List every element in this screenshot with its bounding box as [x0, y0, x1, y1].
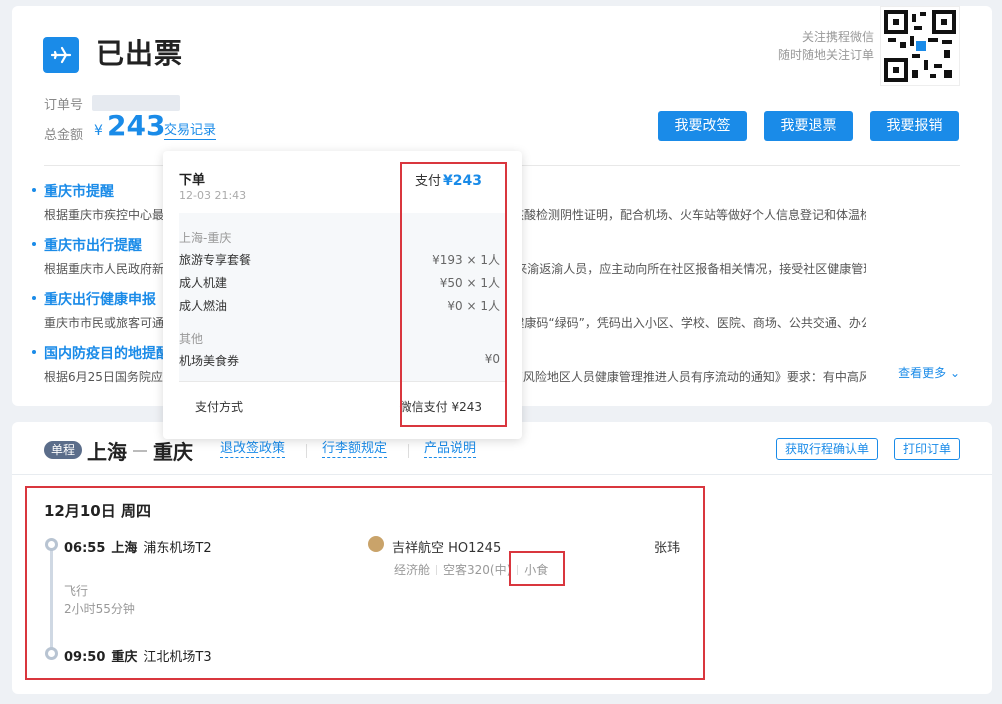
departure-time: 06:55 [64, 541, 106, 556]
chevron-down-icon: ⌄ [949, 366, 960, 380]
ticket-icon [43, 37, 79, 73]
meta-separator [517, 565, 519, 575]
price-item: 成人燃油 ¥0 × 1人 [179, 297, 500, 314]
baggage-rules-link[interactable]: 行李额规定 [322, 441, 388, 458]
popup-order-time: 12-03 21:43 [179, 189, 247, 202]
flight-date: 12月10日 周四 [44, 502, 151, 520]
total-amount-label: 总金额 [44, 128, 84, 143]
product-description-link[interactable]: 产品说明 [424, 441, 477, 458]
flight-duration: 2小时55分钟 [64, 602, 135, 616]
timeline-line [50, 546, 53, 652]
payment-method-label: 支付方式 [195, 400, 244, 414]
price-item: 机场美食券 ¥0 [179, 352, 500, 369]
cabin-class: 经济舱 [394, 563, 431, 577]
duration-label: 飞行 [64, 584, 89, 598]
arrival-info: 09:50 重庆 江北机场T3 [64, 646, 212, 665]
departure-dot [45, 538, 58, 551]
price-item-name: 旅游专享套餐 [179, 253, 252, 267]
price-item-name: 机场美食券 [179, 354, 240, 368]
total-amount-value: 243 [107, 109, 166, 142]
link-separator [408, 444, 409, 458]
price-item-name: 成人机建 [179, 276, 228, 290]
price-item-value: ¥50 × 1人 [439, 276, 500, 290]
other-label: 其他 [179, 332, 204, 346]
arrival-city: 重庆 [111, 650, 138, 665]
passenger-name: 张玮 [654, 541, 681, 556]
departure-info: 06:55 上海 浦东机场T2 [64, 537, 212, 556]
pay-label: 支付 [415, 174, 442, 189]
price-item-name: 成人燃油 [179, 299, 228, 313]
change-ticket-button[interactable]: 我要改签 [658, 111, 747, 141]
wechat-follow-tip: 关注携程微信 随时随地关注订单 [778, 28, 874, 64]
popup-title: 下单 [179, 173, 206, 188]
pay-amount: ¥243 [443, 173, 482, 189]
airline-logo-icon [368, 536, 384, 552]
order-number-label: 订单号 [44, 98, 84, 113]
departure-airport: 浦东机场T2 [143, 541, 212, 556]
print-order-button[interactable]: 打印订单 [894, 438, 960, 460]
see-more-label: 查看更多 [898, 366, 947, 380]
reimburse-button[interactable]: 我要报销 [870, 111, 959, 141]
transaction-record-link[interactable]: 交易记录 [164, 123, 217, 140]
see-more-link[interactable]: 查看更多 ⌄ [898, 364, 960, 381]
price-item: 旅游专享套餐 ¥193 × 1人 [179, 251, 500, 268]
currency-symbol: ¥ [94, 123, 103, 139]
wechat-tip-line1: 关注携程微信 [801, 30, 874, 44]
price-item-value: ¥0 × 1人 [447, 299, 500, 313]
trip-origin: 上海 [87, 440, 127, 464]
flight-meta: 经济舱 空客320(中) 小食 [394, 561, 548, 578]
payment-details-popup: 下单 12-03 21:43 支付 ¥243 上海-重庆 旅游专享套餐 ¥193 … [163, 151, 522, 439]
meal-info: 小食 [524, 563, 549, 577]
refund-change-policy-link[interactable]: 退改签政策 [220, 441, 286, 458]
payment-method-value: 微信支付 ¥243 [399, 400, 482, 414]
popup-pay-total: 支付 ¥243 [415, 170, 482, 189]
meta-separator [436, 565, 438, 575]
link-separator [306, 444, 307, 458]
price-item: 成人机建 ¥50 × 1人 [179, 274, 500, 291]
popup-divider [179, 381, 506, 382]
get-itinerary-button[interactable]: 获取行程确认单 [776, 438, 878, 460]
route-arrow-icon [133, 450, 147, 452]
wechat-qr-code [880, 6, 960, 86]
arrival-time: 09:50 [64, 650, 106, 665]
wechat-tip-line2: 随时随地关注订单 [777, 48, 874, 62]
arrival-dot [45, 647, 58, 660]
flight-info-card: 单程 上海 重庆 退改签政策 行李额规定 产品说明 获取行程确认单 打印订单 1… [12, 422, 992, 694]
price-item-value: ¥0 [484, 352, 500, 366]
qr-code-icon [884, 10, 956, 82]
aircraft-type: 空客320(中) [443, 563, 512, 577]
departure-city: 上海 [111, 541, 138, 556]
refund-ticket-button[interactable]: 我要退票 [764, 111, 853, 141]
trip-type-badge: 单程 [44, 441, 83, 459]
card-divider [12, 474, 992, 475]
trip-destination: 重庆 [153, 440, 193, 464]
price-item-value: ¥193 × 1人 [432, 253, 500, 267]
arrival-airport: 江北机场T3 [143, 650, 212, 665]
airline-flight-number: 吉祥航空 HO1245 [392, 541, 502, 556]
route-label: 上海-重庆 [179, 231, 232, 245]
order-status-title: 已出票 [96, 37, 184, 70]
